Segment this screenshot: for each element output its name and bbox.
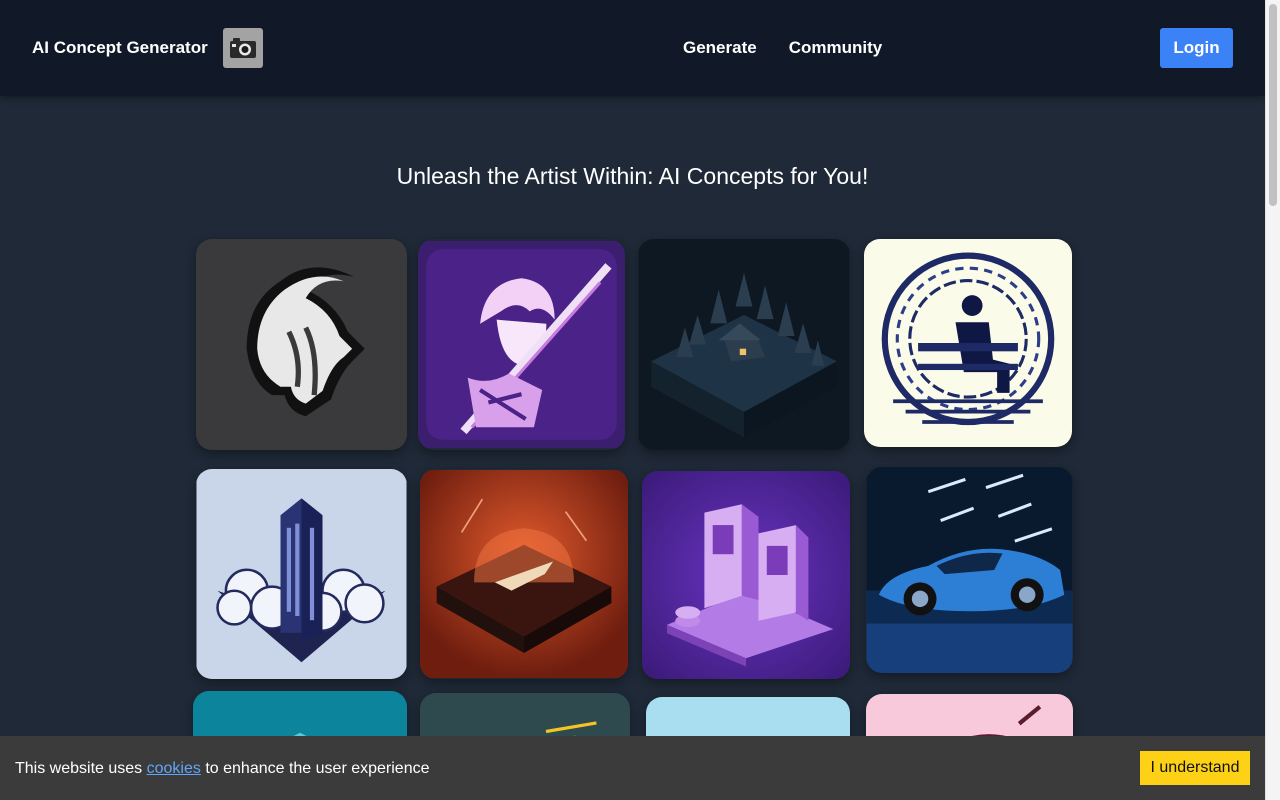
gallery-item[interactable] [864,239,1072,447]
gallery-item[interactable] [642,471,850,679]
cookie-prefix: This website uses [15,760,143,777]
goat-head-icon [196,239,407,450]
gallery-item[interactable] [866,467,1073,673]
camera-icon [222,28,263,68]
page-scrollbar[interactable] [1265,0,1280,800]
gallery-item[interactable] [196,239,407,450]
accept-cookies-button[interactable]: I understand [1140,751,1250,785]
cookie-banner: This website uses cookies to enhance the… [0,736,1265,800]
nav-community[interactable]: Community [789,38,883,58]
cookie-message: This website uses cookies to enhance the… [15,760,429,778]
brand[interactable]: AI Concept Generator [32,28,263,68]
vending-machine-icon [642,471,850,679]
scrollbar-thumb[interactable] [1269,4,1277,206]
main-nav: Generate Community [683,38,914,58]
gallery-item[interactable] [418,239,625,450]
brand-title: AI Concept Generator [32,38,208,57]
skyscraper-clouds-icon [196,469,407,679]
login-button[interactable]: Login [1160,28,1233,68]
cookies-link[interactable]: cookies [147,760,201,777]
cookie-suffix: to enhance the user experience [205,760,430,777]
gallery-item[interactable] [420,469,628,679]
gallery-item[interactable] [638,239,850,450]
spaceship-dome-icon [420,470,628,678]
nav-generate[interactable]: Generate [683,38,757,58]
anime-swordsman-icon [418,241,625,448]
forest-cabin-icon [638,239,850,450]
top-navbar: AI Concept Generator Generate Community … [0,0,1265,96]
gallery-item[interactable] [196,469,407,679]
bench-silhouette-icon [864,239,1072,447]
page-title: Unleash the Artist Within: AI Concepts f… [396,163,869,189]
sports-car-icon [866,467,1073,673]
